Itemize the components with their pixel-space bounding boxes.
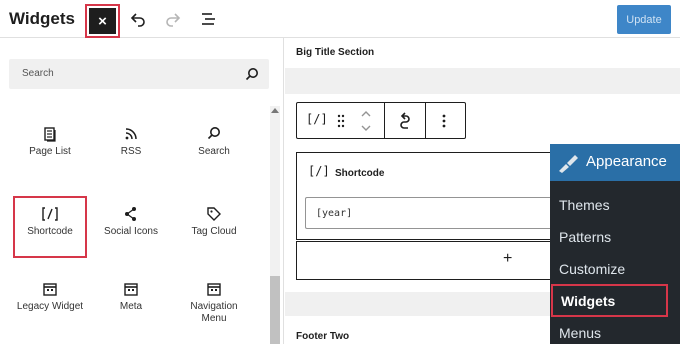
block-navigation-menu[interactable]: Navigation Menu (177, 271, 251, 333)
block-tag-cloud[interactable]: Tag Cloud (177, 196, 251, 258)
close-icon: × (89, 8, 116, 34)
block-label-line: Navigation (190, 301, 238, 312)
calendar-icon (207, 283, 221, 296)
rss-icon (125, 128, 137, 140)
page-title: Widgets (9, 9, 75, 28)
block-rss[interactable]: RSS (94, 116, 168, 178)
shortcode-value: [year] (316, 208, 353, 219)
menu-item-patterns[interactable]: Patterns (559, 229, 611, 245)
shortcode-icon: [/] (308, 164, 330, 178)
menu-item-label: Widgets (561, 293, 616, 309)
menu-item-widgets[interactable]: Widgets (551, 284, 668, 317)
undo-icon[interactable] (129, 10, 147, 28)
shortcode-block[interactable]: [/] Shortcode [year] (296, 152, 557, 240)
admin-appearance-menu: Appearance Themes Patterns Customize Wid… (550, 144, 680, 344)
search-icon (207, 127, 220, 140)
calendar-icon (43, 283, 57, 296)
block-toolbar: [/] (296, 102, 466, 139)
shortcode-title: Shortcode (335, 168, 385, 179)
close-inserter-button[interactable]: × (85, 4, 120, 38)
move-up-down-icon[interactable] (360, 108, 372, 134)
menu-item-customize[interactable]: Customize (559, 261, 625, 277)
menu-item-themes[interactable]: Themes (559, 197, 610, 213)
block-label: RSS (120, 146, 142, 157)
block-label: Legacy Widget (16, 301, 84, 312)
block-label: Shortcode (27, 226, 73, 237)
scrollbar-thumb[interactable] (270, 276, 280, 344)
shortcode-icon[interactable]: [/] (306, 112, 328, 126)
menu-item-menus[interactable]: Menus (559, 325, 601, 341)
block-label: Search (198, 146, 230, 157)
add-block-icon: + (503, 250, 513, 267)
editor-header: Widgets × Update (0, 0, 680, 38)
block-page-list[interactable]: Page List (13, 116, 87, 178)
block-meta[interactable]: Meta (94, 271, 168, 333)
calendar-icon (124, 283, 138, 296)
appearance-menu-title: Appearance (586, 153, 667, 170)
share-icon (125, 207, 136, 221)
search-icon (245, 68, 258, 81)
block-label: Tag Cloud (191, 226, 237, 237)
shortcode-icon (42, 207, 58, 221)
block-label: Page List (29, 146, 71, 157)
tag-icon (207, 207, 221, 221)
list-view-icon[interactable] (200, 10, 218, 28)
drag-handle-icon[interactable] (336, 113, 346, 129)
widget-area-title: Big Title Section (296, 47, 375, 58)
transform-icon[interactable] (396, 112, 414, 130)
block-social-icons[interactable]: Social Icons (94, 196, 168, 258)
block-legacy-widget[interactable]: Legacy Widget (13, 271, 87, 333)
search-placeholder: Search (22, 68, 54, 79)
block-inserter-panel: Search Page List RSS Search Shortcode So… (0, 38, 284, 344)
widget-area-big-title[interactable]: Big Title Section (285, 38, 680, 68)
redo-icon[interactable] (164, 10, 182, 28)
block-label-line: Menu (201, 313, 227, 324)
appearance-menu-header[interactable]: Appearance (550, 144, 680, 181)
block-search[interactable]: Search (177, 116, 251, 178)
widget-area-title: Footer Two (296, 331, 350, 342)
search-input[interactable]: Search (9, 59, 269, 89)
update-button[interactable]: Update (617, 5, 671, 34)
more-options-icon[interactable] (441, 113, 447, 129)
block-label: Meta (119, 301, 143, 312)
block-label: Navigation Menu (177, 301, 251, 325)
block-label: Social Icons (104, 226, 158, 237)
page-list-icon (44, 127, 56, 142)
shortcode-input[interactable]: [year] (305, 197, 557, 229)
block-shortcode[interactable]: Shortcode (13, 196, 87, 258)
paintbrush-icon (559, 155, 578, 173)
block-appender[interactable]: + (296, 241, 556, 280)
scroll-up-arrow[interactable] (271, 108, 279, 113)
